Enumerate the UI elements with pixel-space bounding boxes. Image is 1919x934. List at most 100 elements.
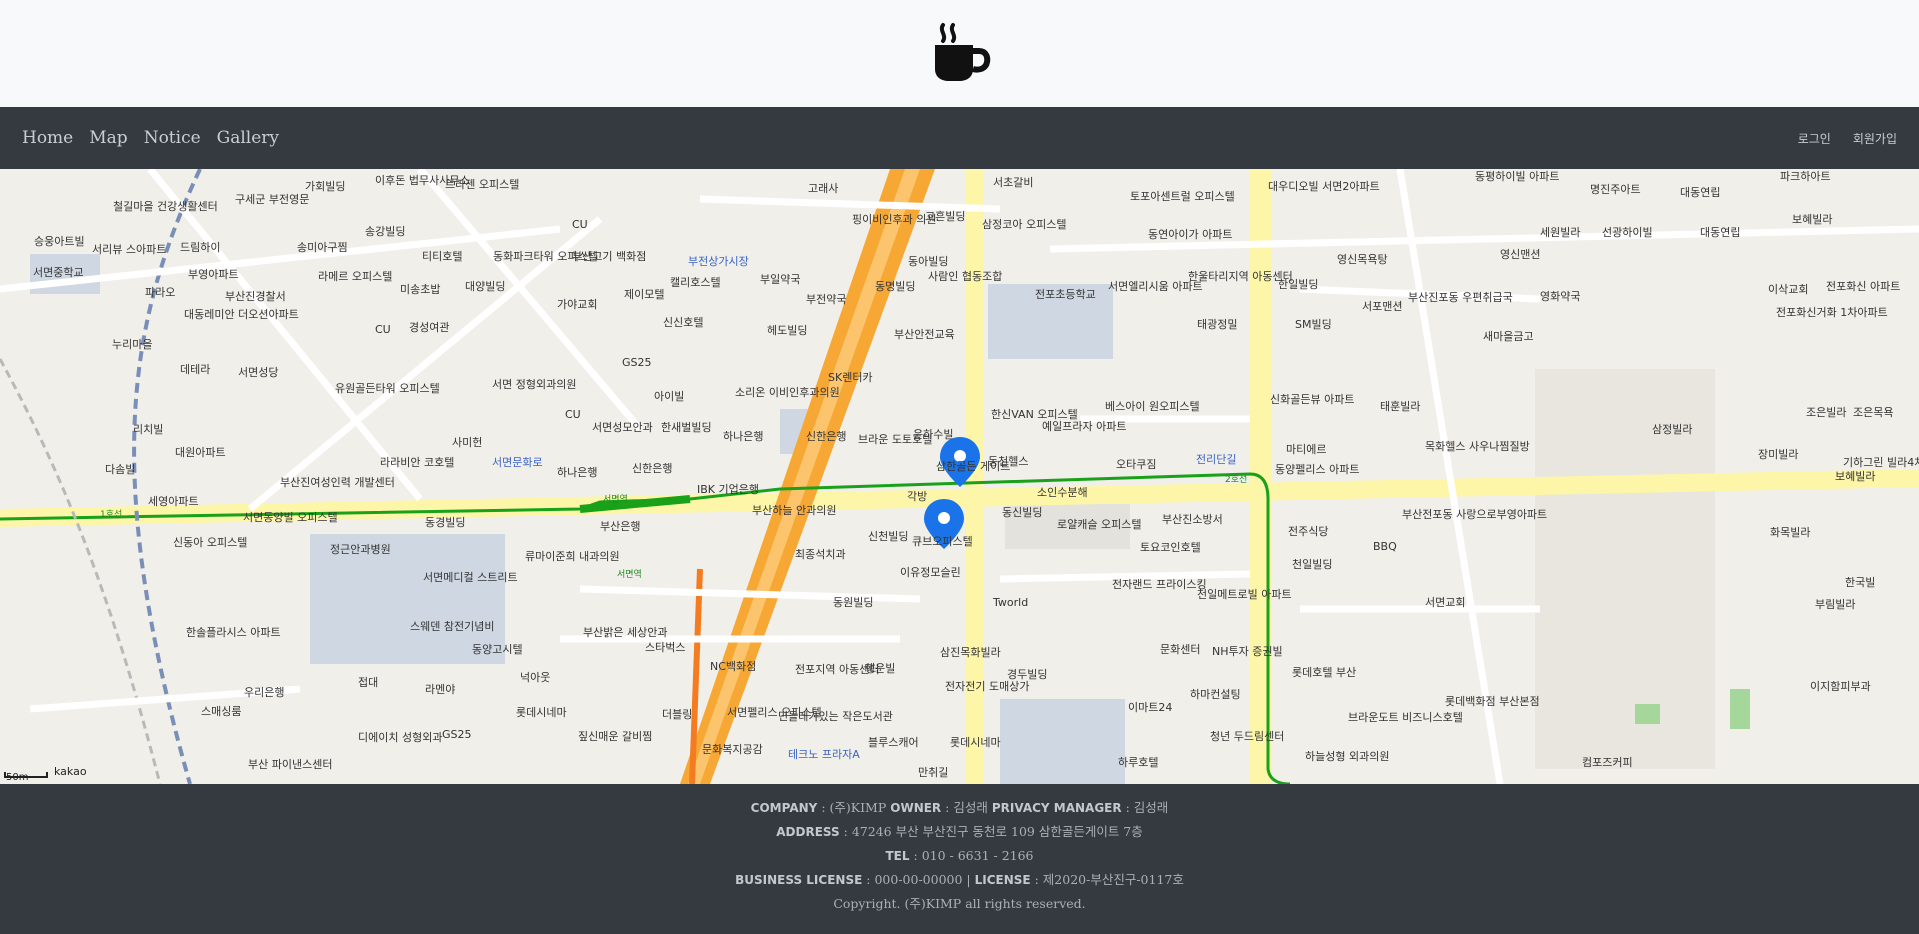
map-label: 블루스캐어: [868, 736, 919, 749]
map-label: 큐브오피스텔: [912, 535, 973, 548]
map-label: 만취길: [918, 766, 949, 779]
map-label: 부림빌라: [1815, 598, 1856, 611]
map-label: 예일프라자 아파트: [1042, 420, 1127, 433]
map-label: 대원아파트: [175, 446, 226, 459]
map-label: 가회빌딩: [305, 180, 346, 193]
map-label: 류마이준희 내과의원: [525, 550, 620, 563]
nav-notice-link[interactable]: Notice: [144, 128, 201, 148]
map-label: SM빌딩: [1295, 318, 1332, 331]
map-label: 트라젠 오피스텔: [445, 178, 520, 191]
map-label: 핑이비인후과 의원: [852, 213, 937, 226]
map-label: 고흔빌딩: [925, 210, 966, 223]
map-label: 부산밝은 세상안과: [583, 626, 668, 639]
map-label: 신신호텔: [663, 316, 704, 329]
business-license-value: 000-00-00000: [874, 872, 963, 887]
subway-line-label: 2호선: [1225, 475, 1248, 485]
map-label: Tworld: [993, 596, 1029, 609]
map-label: 천일빌딩: [1292, 558, 1333, 571]
map-label: IBK 기업은행: [697, 483, 759, 496]
map-label: 서포맨션: [1362, 300, 1403, 313]
map-label: 경성여관: [409, 321, 450, 334]
map-label: 부산안전교육: [894, 328, 955, 341]
map-label: 소인수분해: [1037, 486, 1088, 499]
owner-label: OWNER: [890, 801, 942, 815]
map-label: 목화헬스 사우나찜질방: [1425, 440, 1530, 453]
map-label: 부전상가시장: [688, 255, 749, 268]
map-label: 이지함피부과: [1810, 680, 1871, 693]
footer-address-row: ADDRESS : 47246 부산 부산진구 동천로 109 삼한골든게이트 …: [776, 824, 1143, 839]
map-label: 신천빌딩: [868, 530, 909, 543]
map-label: 은하수빌: [913, 428, 954, 441]
tel-value: 010 - 6631 - 2166: [921, 848, 1034, 863]
map-label: 구세군 부전영문: [235, 193, 310, 206]
map-label: 전리단길: [1196, 453, 1237, 466]
map-label: 서면메디컬 스트리트: [423, 571, 518, 584]
map-label: 부산 파이낸스센터: [248, 758, 333, 771]
map-label: 신화골든뷰 아파트: [1270, 393, 1355, 406]
map-label: 신한은행: [632, 462, 673, 475]
map-label: 이마트24: [1128, 701, 1173, 714]
map-label: 승웅아트빌: [34, 235, 85, 248]
logo-bar: [0, 0, 1919, 107]
map-label: 전자랜드 프라이스킹: [1112, 578, 1207, 591]
login-link[interactable]: 로그인: [1798, 130, 1831, 147]
map-label: 한새벌빌딩: [661, 421, 712, 434]
signup-link[interactable]: 회원가입: [1853, 130, 1897, 147]
map-label: 조은빌라: [1806, 406, 1847, 419]
subway-station-label[interactable]: 서면역: [603, 494, 628, 506]
map-label: 베스아이 원오피스텔: [1105, 400, 1200, 413]
map-label: BBQ: [1373, 540, 1397, 553]
map-label: 다솜빌: [105, 463, 136, 476]
map-label: 컴포즈커피: [1582, 756, 1633, 769]
nav-gallery-link[interactable]: Gallery: [217, 128, 279, 148]
map-label: 데테라: [180, 363, 211, 376]
map-label: 삼정빌라: [1652, 423, 1693, 436]
map-label: 대양빌딩: [465, 280, 506, 293]
company-label: COMPANY: [750, 801, 818, 815]
map-label: 서면성모안과: [592, 421, 653, 434]
map-label: 우리은행: [244, 686, 285, 699]
map-label: 한국빌: [1845, 576, 1876, 589]
map-label: 롯데호텔 부산: [1292, 666, 1357, 679]
map-label: 행운빌: [865, 662, 896, 675]
map-label: 넉아웃: [520, 671, 551, 684]
map-label: 하나은행: [557, 466, 598, 479]
map-label: 동연아이가 아파트: [1148, 228, 1233, 241]
map-label: 하나은행: [723, 430, 764, 443]
map-label: 누리마을: [112, 338, 153, 351]
nav-home-link[interactable]: Home: [22, 128, 73, 148]
coffee-cup-icon[interactable]: [929, 21, 991, 87]
map-label: 사미헌: [452, 436, 483, 449]
map-label: 롯데시네마: [516, 706, 567, 719]
map-label: 동양펠리스 아파트: [1275, 463, 1360, 476]
map-label: 전자전기 도매상가: [945, 680, 1030, 693]
map-label: 보혜빌라: [1792, 213, 1833, 226]
map-label: CU: [565, 408, 581, 421]
nav-auth-links: 로그인 회원가입: [1798, 130, 1897, 147]
map-label: 삼한골든 게이트: [936, 460, 1011, 473]
license-value: 제2020-부산진구-0117호: [1042, 872, 1184, 887]
map-label: 라메르 오피스텔: [318, 270, 393, 283]
map-label: 이삭교회: [1768, 283, 1809, 296]
map-label: 드림하이: [180, 241, 221, 254]
map-label: 토포아센트럴 오피스텔: [1130, 190, 1235, 203]
map-label: GS25: [442, 728, 472, 741]
map-label: 롯데백화점 부산본점: [1445, 695, 1540, 708]
license-label: LICENSE: [974, 873, 1031, 887]
map-label: 캘리호스텔: [670, 276, 721, 289]
map-label: 부산고기 백화점: [572, 250, 647, 263]
map-label: GS25: [622, 356, 652, 369]
map-label: 동명빌딩: [875, 280, 916, 293]
map-label: 부산진경찰서: [225, 290, 286, 303]
map-view[interactable]: 가회빌딩 이후돈 법무사사무소 트라젠 오피스텔 고래사 서초갈비 대우디오빌 …: [0, 169, 1919, 784]
business-license-label: BUSINESS LICENSE: [735, 873, 863, 887]
map-label: 조은목욕: [1853, 406, 1894, 419]
map-label: 스매싱룸: [201, 705, 242, 718]
map-label: 세영아파트: [148, 495, 199, 508]
nav-map-link[interactable]: Map: [89, 128, 127, 148]
map-label: 전포화신 아파트: [1826, 280, 1901, 293]
map-label: 제이모텔: [624, 288, 665, 301]
footer-company-row: COMPANY : (주)KIMP OWNER : 김성래 PRIVACY MA…: [750, 800, 1169, 815]
map-label: 동평하이빌 아파트: [1475, 170, 1560, 183]
map-label: 영화약국: [1540, 290, 1581, 303]
